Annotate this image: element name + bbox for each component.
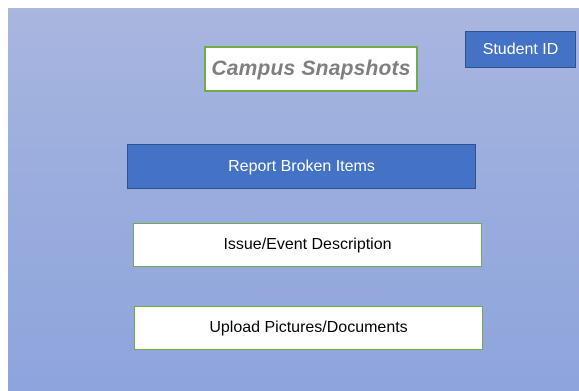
upload-pictures-documents-button[interactable]: Upload Pictures/Documents xyxy=(134,306,483,350)
app-canvas: Campus Snapshots Student ID Report Broke… xyxy=(8,8,579,391)
student-id-button[interactable]: Student ID xyxy=(465,31,576,68)
issue-event-description-field[interactable]: Issue/Event Description xyxy=(133,223,482,267)
app-title: Campus Snapshots xyxy=(204,46,418,92)
report-broken-items-button[interactable]: Report Broken Items xyxy=(127,144,476,189)
